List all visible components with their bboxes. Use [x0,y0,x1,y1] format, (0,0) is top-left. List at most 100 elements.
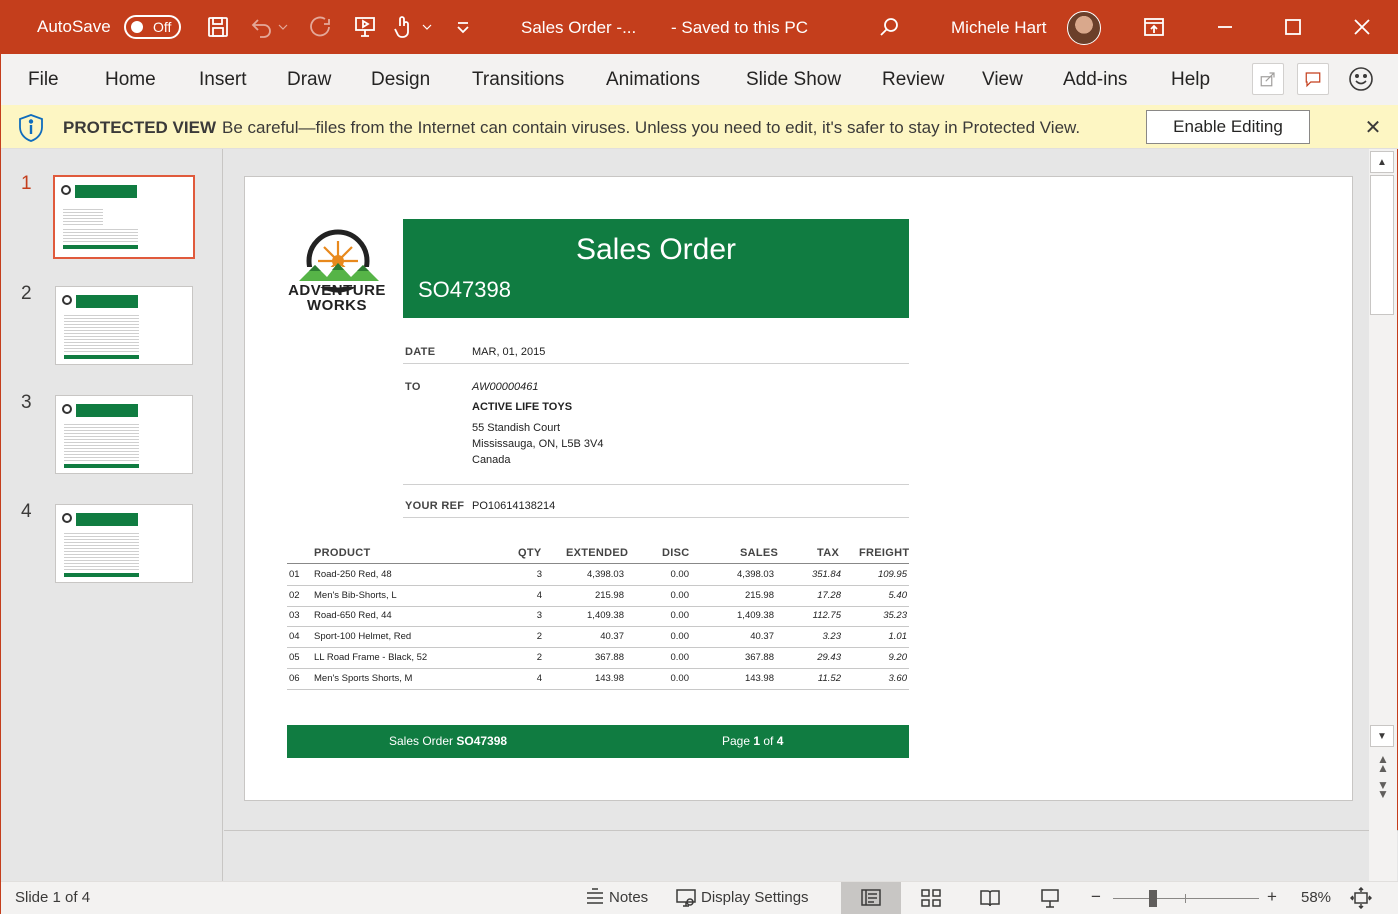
slide-thumbnail[interactable] [53,175,195,259]
table-cell-n: 05 [289,651,300,663]
ribbon-display-options-icon[interactable] [1140,13,1168,41]
tab-design[interactable]: Design [371,69,430,91]
notes-icon[interactable] [584,887,606,909]
table-cell-tax: 3.23 [822,631,842,643]
touch-mode-icon[interactable] [389,13,417,41]
undo-dropdown-icon[interactable] [275,13,291,41]
present-icon[interactable] [351,13,379,41]
touch-dropdown-icon[interactable] [419,13,435,41]
table-cell-tax: 351.84 [811,569,841,580]
table-cell-product: Road-650 Red, 44 [314,610,392,622]
zoom-slider[interactable] [1113,898,1259,899]
scroll-up-icon[interactable]: ▲ [1370,151,1394,173]
document-title: Sales Order -... [521,18,637,37]
table-cell-extended: 367.88 [594,651,624,663]
vertical-scrollbar[interactable]: ▲ ▼ ▲ ▲ ▼ ▼ [1369,149,1397,881]
tab-draw[interactable]: Draw [287,69,331,91]
thumbnail-header [75,185,137,198]
table-cell-extended: 143.98 [594,672,624,684]
scrollbar-thumb[interactable] [1370,175,1394,315]
tab-transitions[interactable]: Transitions [472,69,564,91]
table-row-divider [287,605,909,607]
table-cell-qty: 3 [536,569,542,580]
display-settings-button[interactable]: Display Settings [701,889,809,906]
customer-id: AW00000461 [472,381,539,393]
share-button[interactable] [1252,63,1284,95]
tab-insert[interactable]: Insert [199,69,247,91]
tab-add-ins[interactable]: Add-ins [1063,69,1127,91]
table-cell-tax: 11.52 [817,672,841,684]
date-value: MAR, 01, 2015 [472,346,546,358]
thumbnail-header [76,513,138,526]
col-header-qty: QTY [518,547,542,559]
to-label: TO [405,381,421,393]
user-avatar[interactable] [1067,11,1101,45]
zoom-slider-thumb[interactable] [1149,890,1157,907]
table-cell-sales: 367.88 [744,651,774,663]
col-header-disc: DISC [662,547,690,559]
status-bar: Slide 1 of 4 Notes Display Settings − + … [1,881,1398,914]
previous-slide-icon[interactable]: ▲ ▲ [1373,753,1393,774]
thumbnail-footer [64,573,139,577]
tab-file[interactable]: File [28,69,59,91]
scroll-down-icon[interactable]: ▼ [1370,725,1394,747]
logo-line-2: WORKS [307,297,367,314]
user-name[interactable]: Michele Hart [951,18,1046,38]
table-cell-sales: 1,409.38 [737,610,774,622]
footer-page-of: of [760,734,777,748]
maximize-icon[interactable] [1279,13,1307,41]
enable-editing-button[interactable]: Enable Editing [1146,110,1310,144]
divider [403,517,909,518]
table-cell-disc: 0.00 [670,631,690,643]
thumbnail-table [64,531,139,571]
autosave-toggle[interactable]: Off [124,15,181,39]
notes-button[interactable]: Notes [609,889,648,906]
zoom-out-button[interactable]: − [1091,887,1101,907]
slide-number: 3 [21,392,32,413]
thumbnail-footer [64,464,139,468]
save-icon[interactable] [204,13,232,41]
next-slide-icon[interactable]: ▼ ▼ [1373,779,1393,800]
customize-qat-icon[interactable] [449,13,477,41]
slide-thumbnail[interactable] [55,395,193,474]
zoom-level[interactable]: 58% [1301,889,1331,906]
minimize-icon[interactable] [1211,13,1239,41]
table-cell-sales: 215.98 [744,589,774,601]
slide-show-icon[interactable] [1039,887,1061,909]
search-icon[interactable] [875,13,903,41]
close-window-icon[interactable] [1348,13,1376,41]
slide-thumbnail[interactable] [55,286,193,365]
table-cell-n: 01 [289,569,300,580]
reading-view-icon[interactable] [979,887,1001,909]
tab-view[interactable]: View [982,69,1023,91]
tab-help[interactable]: Help [1171,69,1210,91]
thumbnail-table [64,313,139,353]
tab-review[interactable]: Review [882,69,944,91]
table-cell-disc: 0.00 [670,610,690,622]
col-header-tax: TAX [817,547,840,559]
normal-view-icon[interactable] [860,887,882,909]
fit-slide-icon[interactable] [1349,886,1373,910]
tab-slide-show[interactable]: Slide Show [746,69,841,91]
table-cell-disc: 0.00 [670,672,690,684]
feedback-smiley-icon[interactable] [1347,65,1375,93]
table-cell-n: 06 [289,672,300,684]
comments-button[interactable] [1297,63,1329,95]
col-header-sales: SALES [740,547,779,559]
table-row-divider [287,585,909,586]
close-icon[interactable]: ✕ [1362,115,1384,139]
undo-icon[interactable] [248,13,276,41]
date-label: DATE [405,346,436,358]
zoom-in-button[interactable]: + [1267,887,1277,907]
slide-counter: Slide 1 of 4 [15,889,91,906]
sales-order-title: Sales Order [575,233,737,266]
slide-thumbnail[interactable] [55,504,193,583]
slide-sorter-icon[interactable] [920,887,942,909]
slide-number: 1 [21,173,32,194]
thumbnail-logo [62,404,72,414]
display-settings-icon[interactable] [675,887,697,909]
redo-icon[interactable] [307,13,335,41]
tab-home[interactable]: Home [105,69,156,91]
tab-animations[interactable]: Animations [606,69,700,91]
zoom-slider-midpoint [1185,894,1186,903]
